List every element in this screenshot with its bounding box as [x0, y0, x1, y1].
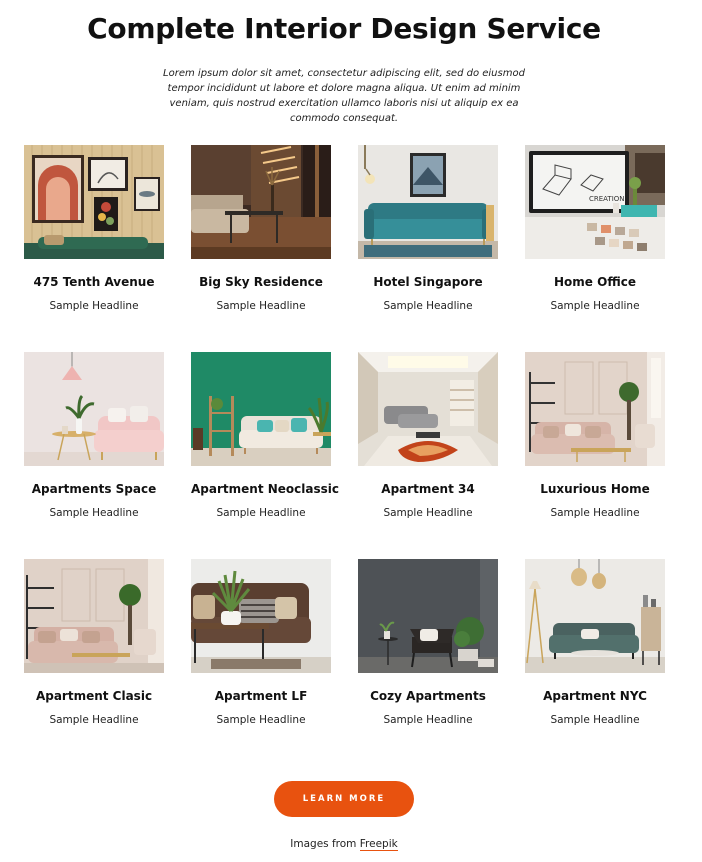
project-card[interactable]: Apartment NYC Sample Headline	[525, 559, 665, 766]
project-image[interactable]	[525, 559, 665, 673]
project-card[interactable]: Big Sky Residence Sample Headline	[191, 145, 331, 352]
project-title[interactable]: Apartment Clasic	[24, 689, 164, 703]
project-subtitle: Sample Headline	[49, 714, 139, 726]
page-title: Complete Interior Design Service	[87, 12, 601, 45]
credit-prefix: Images from	[290, 838, 360, 850]
project-grid: 475 Tenth Avenue Sample Headline Big Sky…	[24, 145, 665, 766]
project-subtitle: Sample Headline	[383, 300, 473, 312]
project-subtitle: Sample Headline	[216, 507, 306, 519]
project-title[interactable]: 475 Tenth Avenue	[24, 275, 164, 289]
project-card[interactable]: CREATION Home Office Sample Headline	[525, 145, 665, 352]
project-subtitle: Sample Headline	[216, 714, 306, 726]
project-image[interactable]	[358, 352, 498, 466]
project-subtitle: Sample Headline	[216, 300, 306, 312]
project-card[interactable]: Cozy Apartments Sample Headline	[358, 559, 498, 766]
project-image[interactable]	[525, 352, 665, 466]
project-card[interactable]: Apartments Space Sample Headline	[24, 352, 164, 559]
project-card[interactable]: Hotel Singapore Sample Headline	[358, 145, 498, 352]
project-image[interactable]	[24, 352, 164, 466]
project-subtitle: Sample Headline	[49, 507, 139, 519]
project-card[interactable]: 475 Tenth Avenue Sample Headline	[24, 145, 164, 352]
project-card[interactable]: Apartment Neoclassic Sample Headline	[191, 352, 339, 559]
project-image[interactable]	[191, 145, 331, 259]
project-card[interactable]: Apartment 34 Sample Headline	[358, 352, 498, 559]
project-title[interactable]: Apartment Neoclassic	[191, 482, 339, 496]
learn-more-button[interactable]: LEARN MORE	[274, 781, 414, 817]
project-card[interactable]: Luxurious Home Sample Headline	[525, 352, 665, 559]
project-card[interactable]: Apartment Clasic Sample Headline	[24, 559, 164, 766]
svg-text:CREATION: CREATION	[589, 195, 625, 203]
project-title[interactable]: Apartments Space	[24, 482, 164, 496]
project-subtitle: Sample Headline	[550, 507, 640, 519]
project-title[interactable]: Home Office	[525, 275, 665, 289]
project-image[interactable]	[24, 559, 164, 673]
image-credit: Images from Freepik	[0, 838, 688, 851]
project-title[interactable]: Big Sky Residence	[191, 275, 331, 289]
project-image[interactable]	[24, 145, 164, 259]
project-title[interactable]: Luxurious Home	[525, 482, 665, 496]
project-image[interactable]	[191, 352, 331, 466]
project-subtitle: Sample Headline	[550, 714, 640, 726]
project-card[interactable]: Apartment LF Sample Headline	[191, 559, 331, 766]
freepik-link[interactable]: Freepik	[359, 838, 398, 851]
project-subtitle: Sample Headline	[49, 300, 139, 312]
project-title[interactable]: Cozy Apartments	[358, 689, 498, 703]
project-title[interactable]: Apartment NYC	[525, 689, 665, 703]
project-title[interactable]: Apartment 34	[358, 482, 498, 496]
project-subtitle: Sample Headline	[383, 714, 473, 726]
project-title[interactable]: Hotel Singapore	[358, 275, 498, 289]
project-image[interactable]: CREATION	[525, 145, 665, 259]
project-image[interactable]	[358, 145, 498, 259]
project-subtitle: Sample Headline	[383, 507, 473, 519]
project-image[interactable]	[191, 559, 331, 673]
project-image[interactable]	[358, 559, 498, 673]
intro-text: Lorem ipsum dolor sit amet, consectetur …	[163, 68, 525, 124]
project-title[interactable]: Apartment LF	[191, 689, 331, 703]
project-subtitle: Sample Headline	[550, 300, 640, 312]
